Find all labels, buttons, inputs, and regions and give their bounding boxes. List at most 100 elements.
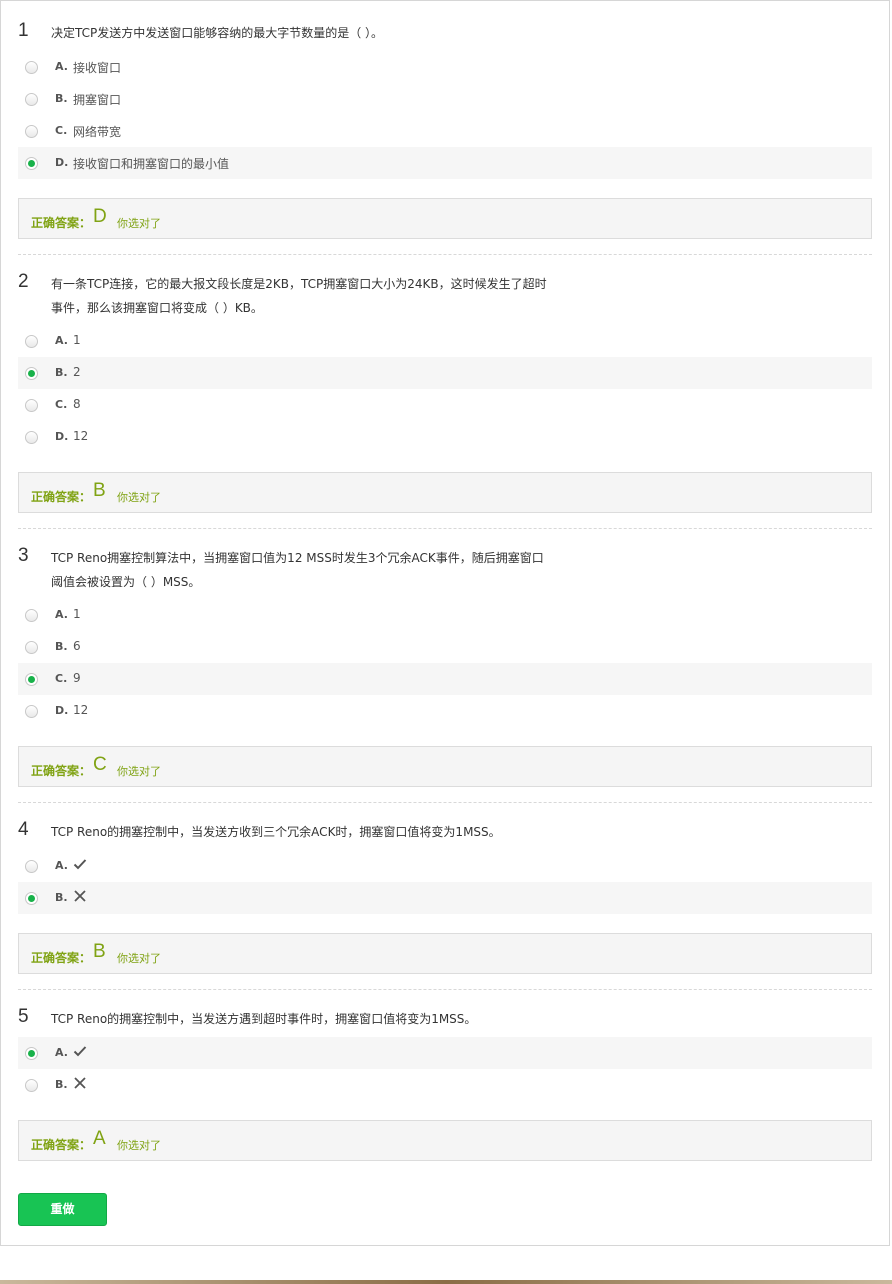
option-letter: C. [55,672,68,685]
option-letter: A. [55,1046,68,1059]
option-a[interactable]: A. [18,1037,872,1069]
question-text: TCP Reno拥塞控制算法中，当拥塞窗口值为12 MSS时发生3个冗余ACK事… [51,551,544,589]
question-text: TCP Reno的拥塞控制中，当发送方收到三个冗余ACK时，拥塞窗口值将变为1M… [51,825,501,839]
answer-value: B [93,941,106,962]
answer-feedback: 你选对了 [117,765,161,778]
redo-button[interactable]: 重做 [18,1193,107,1226]
radio-button-selected[interactable] [25,1047,38,1060]
option-b[interactable]: B. [18,1069,872,1101]
question-number: 2 [18,271,29,292]
question-divider [18,989,872,990]
option-b[interactable]: B. 6 [18,631,872,663]
radio-button-selected[interactable] [25,157,38,170]
answer-box: 正确答案： B 你选对了 [18,933,872,974]
option-c[interactable]: C. 网络带宽 [18,115,872,147]
option-d[interactable]: D. 12 [18,421,872,453]
option-letter: D. [55,704,69,717]
option-letter: C. [55,124,68,137]
answer-box: 正确答案： B 你选对了 [18,472,872,513]
option-a[interactable]: A. 1 [18,325,872,357]
answer-value: C [93,754,107,775]
option-b[interactable]: B. [18,882,872,914]
option-letter: A. [55,334,68,347]
option-letter: B. [55,640,68,653]
option-b[interactable]: B. 拥塞窗口 [18,83,872,115]
answer-value: D [93,206,107,227]
answer-label: 正确答案： [31,1138,92,1152]
radio-button-selected[interactable] [25,673,38,686]
radio-button-selected[interactable] [25,367,38,380]
cross-icon [74,890,86,902]
option-letter: C. [55,398,68,411]
answer-box: 正确答案： A 你选对了 [18,1120,872,1161]
check-icon [73,859,87,870]
answer-feedback: 你选对了 [117,1139,161,1152]
answer-label: 正确答案： [31,216,92,230]
option-label: 网络带宽 [73,125,122,139]
option-letter: B. [55,891,68,904]
check-icon [73,1046,87,1057]
answer-label: 正确答案： [31,951,92,965]
answer-feedback: 你选对了 [117,491,161,504]
option-letter: A. [55,608,68,621]
option-c[interactable]: C. 9 [18,663,872,695]
option-label: 12 [73,703,89,717]
page-bottom-border [0,1280,892,1284]
option-letter: B. [55,366,68,379]
question-text: 有一条TCP连接，它的最大报文段长度是2KB，TCP拥塞窗口大小为24KB，这时… [51,277,547,315]
radio-button[interactable] [25,860,38,873]
option-b[interactable]: B. 2 [18,357,872,389]
radio-button-selected[interactable] [25,892,38,905]
option-c[interactable]: C. 8 [18,389,872,421]
option-letter: A. [55,60,68,73]
question-number: 4 [18,819,29,840]
cross-icon [74,1077,86,1089]
radio-button[interactable] [25,399,38,412]
answer-box: 正确答案： D 你选对了 [18,198,872,239]
option-label: 2 [73,365,81,379]
question-divider [18,528,872,529]
option-letter: D. [55,156,69,169]
option-a[interactable]: A. 1 [18,599,872,631]
question-number: 1 [18,20,29,41]
option-label: 1 [73,607,81,621]
option-label: 12 [73,429,89,443]
option-label: 8 [73,397,81,411]
radio-button[interactable] [25,609,38,622]
question-divider [18,802,872,803]
answer-feedback: 你选对了 [117,952,161,965]
option-a[interactable]: A. 接收窗口 [18,51,872,83]
radio-button[interactable] [25,705,38,718]
option-label: 接收窗口 [73,61,122,75]
option-label: 拥塞窗口 [73,93,122,107]
question-text: 决定TCP发送方中发送窗口能够容纳的最大字节数量的是（ ）。 [51,26,384,40]
radio-button[interactable] [25,125,38,138]
option-label: 6 [73,639,81,653]
option-d[interactable]: D. 接收窗口和拥塞窗口的最小值 [18,147,872,179]
answer-value: A [93,1128,106,1149]
option-label: 9 [73,671,81,685]
radio-button[interactable] [25,335,38,348]
option-a[interactable]: A. [18,850,872,882]
answer-value: B [93,480,106,501]
option-letter: B. [55,92,68,105]
answer-label: 正确答案： [31,490,92,504]
option-letter: D. [55,430,69,443]
radio-button[interactable] [25,641,38,654]
radio-button[interactable] [25,431,38,444]
question-divider [18,254,872,255]
radio-button[interactable] [25,1079,38,1092]
option-label: 接收窗口和拥塞窗口的最小值 [73,157,230,171]
question-number: 3 [18,545,29,566]
radio-button[interactable] [25,61,38,74]
option-label: 1 [73,333,81,347]
answer-label: 正确答案： [31,764,92,778]
option-letter: B. [55,1078,68,1091]
option-d[interactable]: D. 12 [18,695,872,727]
answer-feedback: 你选对了 [117,217,161,230]
radio-button[interactable] [25,93,38,106]
question-number: 5 [18,1006,29,1027]
option-letter: A. [55,859,68,872]
answer-box: 正确答案： C 你选对了 [18,746,872,787]
question-text: TCP Reno的拥塞控制中，当发送方遇到超时事件时，拥塞窗口值将变为1MSS。 [51,1012,477,1026]
